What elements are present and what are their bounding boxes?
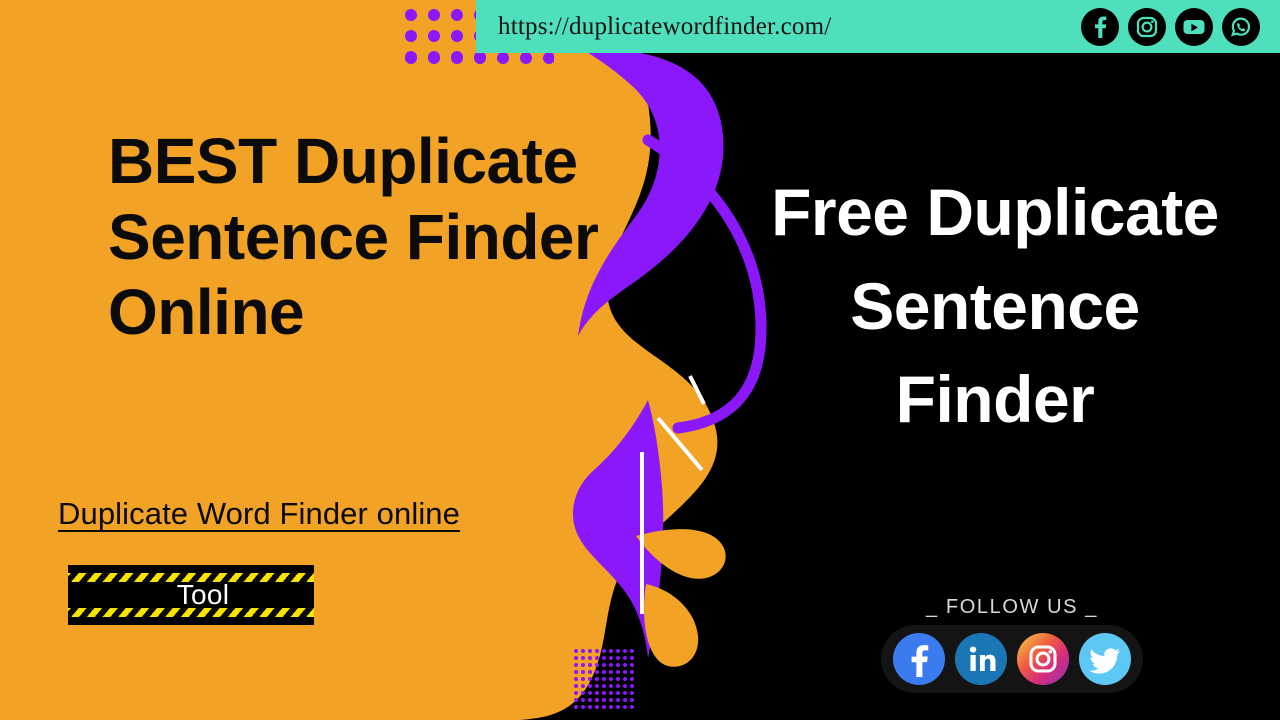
linkedin-follow-icon[interactable] [955, 633, 1007, 685]
site-url[interactable]: https://duplicatewordfinder.com/ [498, 13, 831, 41]
follow-us-section: _ FOLLOW US _ [862, 596, 1162, 693]
url-bar: https://duplicatewordfinder.com/ [476, 0, 1280, 53]
follow-us-icon-pill [881, 625, 1143, 693]
twitter-follow-icon[interactable] [1079, 633, 1131, 685]
tool-button[interactable]: Tool [68, 565, 314, 625]
instagram-follow-icon[interactable] [1017, 633, 1069, 685]
top-social-links [1081, 7, 1260, 46]
instagram-icon[interactable] [1128, 7, 1166, 46]
poster-canvas: https://duplicatewordfinder.com/ BEST Du… [0, 0, 1280, 720]
whatsapp-icon[interactable] [1222, 7, 1260, 46]
right-headline: Free Duplicate Sentence Finder [771, 175, 1219, 437]
facebook-follow-icon[interactable] [893, 633, 945, 685]
tool-button-label: Tool [176, 579, 230, 610]
duplicate-word-finder-link[interactable]: Duplicate Word Finder online [58, 496, 460, 532]
white-accent-lines [640, 375, 706, 614]
left-headline: BEST Duplicate Sentence Finder Online [108, 125, 599, 349]
follow-us-label: _ FOLLOW US _ [926, 596, 1098, 618]
youtube-icon[interactable] [1175, 7, 1213, 46]
facebook-icon[interactable] [1081, 7, 1119, 46]
purple-dot-grid-bottom [573, 648, 635, 710]
